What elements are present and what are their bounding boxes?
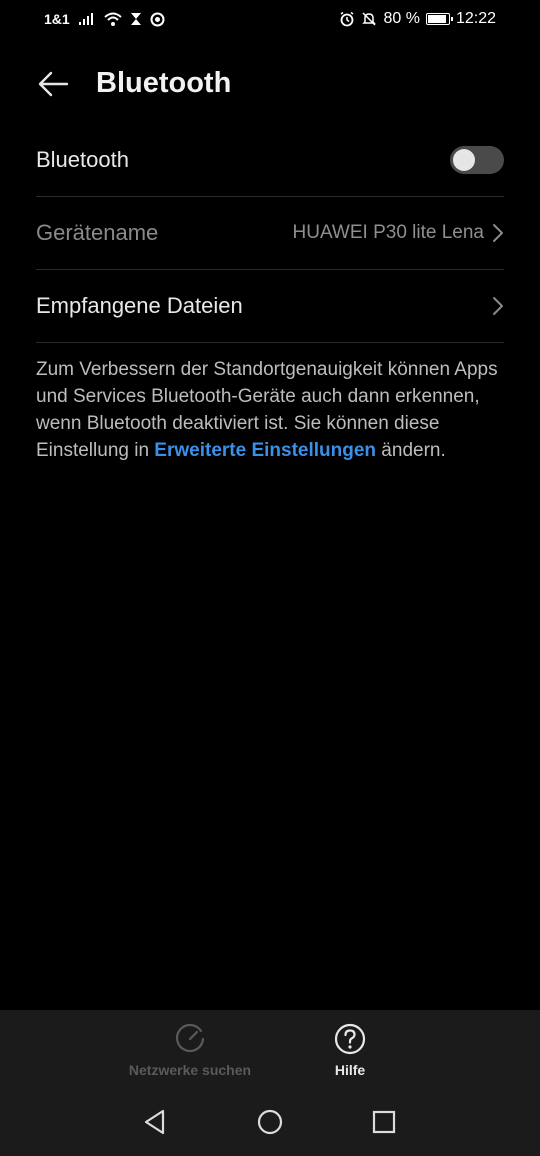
back-button[interactable]	[30, 66, 76, 102]
carrier-label: 1&1	[44, 11, 70, 27]
bluetooth-toggle[interactable]	[450, 146, 504, 174]
arrow-left-icon	[38, 71, 69, 97]
device-name-right: HUAWEI P30 lite Lena	[293, 197, 505, 269]
location-info-text: Zum Verbessern der Standortgenauigkeit k…	[36, 356, 506, 464]
clock: 12:22	[455, 10, 496, 27]
nav-recent-button[interactable]	[364, 1102, 404, 1142]
help-label: Hilfe	[334, 1062, 366, 1078]
search-networks-label: Netzwerke suchen	[128, 1062, 252, 1078]
system-nav-bar	[0, 1102, 540, 1152]
status-right: 80 % 12:22	[339, 10, 496, 28]
bluetooth-row[interactable]: Bluetooth	[36, 124, 504, 197]
refresh-icon	[175, 1023, 205, 1053]
circle-home-icon	[257, 1109, 283, 1135]
received-files-row[interactable]: Empfangene Dateien	[36, 270, 504, 343]
battery-fill	[427, 15, 446, 23]
hourglass-icon	[130, 12, 142, 26]
battery-percent: 80 %	[383, 10, 420, 27]
status-bar: 1&1 80 % 12:22	[0, 0, 540, 40]
status-left: 1&1	[44, 11, 165, 27]
help-button[interactable]: Hilfe	[270, 1022, 430, 1078]
bottom-action-bar: Netzwerke suchen Hilfe	[0, 1010, 540, 1156]
search-networks-button[interactable]: Netzwerke suchen	[110, 1022, 270, 1078]
app-bar: Bluetooth	[0, 52, 540, 116]
page-title: Bluetooth	[96, 67, 232, 99]
square-recent-icon	[372, 1110, 396, 1134]
mute-icon	[361, 11, 377, 27]
wifi-icon	[104, 12, 122, 26]
sync-icon	[150, 12, 165, 27]
device-name-value: HUAWEI P30 lite Lena	[292, 222, 485, 243]
received-files-right	[492, 270, 504, 342]
signal-icon	[78, 12, 96, 26]
device-name-row[interactable]: Gerätename HUAWEI P30 lite Lena	[36, 197, 504, 270]
nav-back-button[interactable]	[135, 1102, 175, 1142]
device-name-label: Gerätename	[36, 220, 159, 245]
chevron-right-icon	[493, 224, 503, 242]
received-files-label: Empfangene Dateien	[36, 293, 243, 318]
bluetooth-label: Bluetooth	[36, 147, 129, 172]
help-icon	[334, 1023, 366, 1055]
advanced-settings-link[interactable]: Erweiterte Einstellungen	[154, 440, 376, 461]
chevron-right-icon	[493, 297, 503, 315]
toggle-knob	[453, 149, 475, 171]
info-suffix: ändern.	[376, 440, 446, 461]
bluetooth-toggle-wrap	[450, 124, 504, 196]
settings-list: Bluetooth Gerätename HUAWEI P30 lite Len…	[36, 124, 504, 343]
alarm-icon	[339, 11, 355, 27]
battery-icon	[425, 13, 453, 25]
nav-home-button[interactable]	[250, 1102, 290, 1142]
triangle-back-icon	[144, 1109, 165, 1135]
